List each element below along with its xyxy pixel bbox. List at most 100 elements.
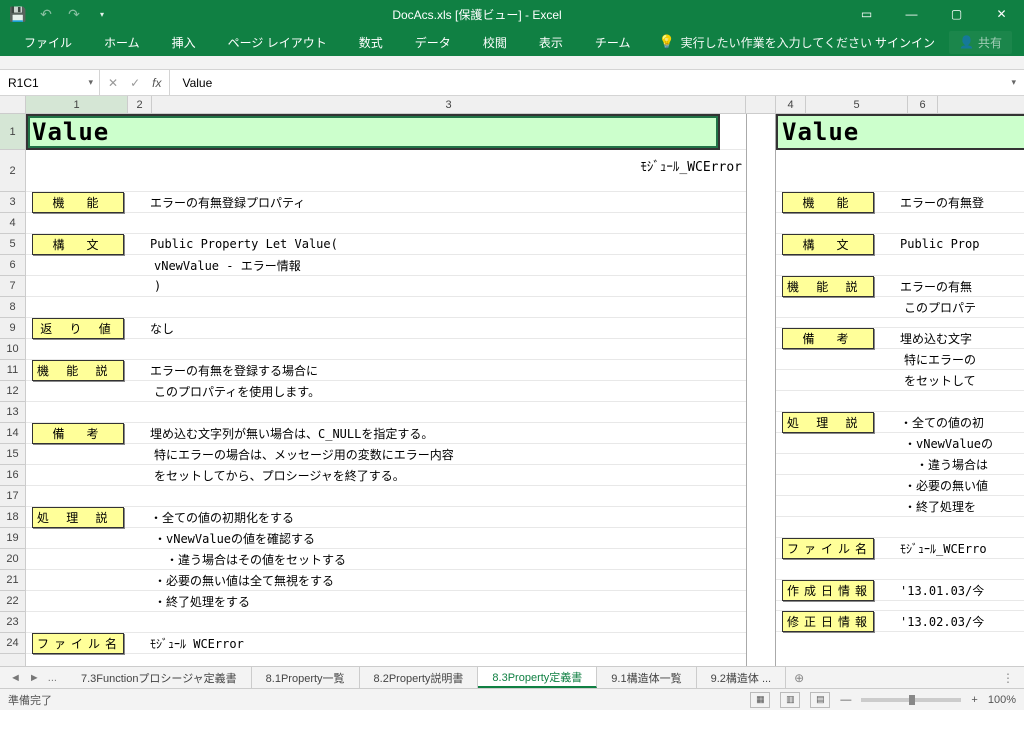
share-button[interactable]: 👤 共有 xyxy=(949,31,1012,54)
select-all-corner[interactable] xyxy=(0,96,26,113)
row-header[interactable]: 5 xyxy=(0,234,25,255)
page-layout-view-icon[interactable]: ▥ xyxy=(780,692,800,708)
maximize-button[interactable]: ▢ xyxy=(934,0,979,28)
field-value: '13.01.03/今 xyxy=(874,582,984,599)
split-divider[interactable] xyxy=(746,114,776,666)
sheet-tab[interactable]: 7.3Functionプロシージャ定義書 xyxy=(67,667,252,688)
column-header[interactable]: 6 xyxy=(908,96,938,113)
row-header[interactable]: 2 xyxy=(0,150,25,192)
column-header[interactable]: 1 xyxy=(26,96,128,113)
qat-customize-icon[interactable]: ▾ xyxy=(94,6,110,22)
row-header[interactable]: 22 xyxy=(0,591,25,612)
formula-expand-icon[interactable]: ▾ xyxy=(1003,70,1024,95)
add-sheet-button[interactable]: ⊕ xyxy=(786,667,812,688)
undo-icon[interactable]: ↶ xyxy=(38,6,54,22)
grid-row: 機 能エラーの有無登録プロパティ xyxy=(26,192,746,213)
sheet-tab[interactable]: 8.3Property定義書 xyxy=(478,667,597,688)
row-header[interactable]: 7 xyxy=(0,276,25,297)
sheet-scroll-handle[interactable]: ⋮ xyxy=(1002,667,1024,688)
row-header[interactable]: 10 xyxy=(0,339,25,360)
tab-team[interactable]: チーム xyxy=(579,28,647,56)
sign-in-link[interactable]: サインイン xyxy=(875,34,935,51)
field-value: Public Property Let Value( xyxy=(124,237,338,251)
grid-row xyxy=(26,486,746,507)
tab-page-layout[interactable]: ページ レイアウト xyxy=(212,28,343,56)
sheet-prev-icon[interactable]: ◄ xyxy=(10,672,21,684)
grid-row: vNewValue - エラー情報 xyxy=(26,255,746,276)
row-header[interactable]: 18 xyxy=(0,507,25,528)
enter-icon[interactable]: ✓ xyxy=(130,76,140,90)
tab-home[interactable]: ホーム xyxy=(88,28,156,56)
row-header[interactable]: 13 xyxy=(0,402,25,423)
save-icon[interactable]: 💾 xyxy=(10,6,26,22)
field-value: ・vNewValueの xyxy=(878,435,993,452)
tab-review[interactable]: 校閲 xyxy=(467,28,523,56)
field-value: vNewValue - エラー情報 xyxy=(128,257,301,274)
sheet-tab[interactable]: 8.1Property一覧 xyxy=(252,667,360,688)
grid-row: ・違う場合はその値をセットする xyxy=(26,549,746,570)
page-break-view-icon[interactable]: ▤ xyxy=(810,692,830,708)
normal-view-icon[interactable]: ▦ xyxy=(750,692,770,708)
row-header[interactable]: 9 xyxy=(0,318,25,339)
row-header[interactable]: 16 xyxy=(0,465,25,486)
tab-data[interactable]: データ xyxy=(399,28,467,56)
column-header[interactable]: 5 xyxy=(806,96,908,113)
row-header[interactable]: 3 xyxy=(0,192,25,213)
section-header[interactable]: Value xyxy=(776,114,1024,150)
name-box[interactable]: R1C1 ▾ xyxy=(0,70,100,95)
column-header[interactable]: 2 xyxy=(128,96,152,113)
grid-row: 機 能エラーの有無登 xyxy=(776,192,1024,213)
row-header[interactable]: 1 xyxy=(0,114,25,150)
row-header[interactable]: 21 xyxy=(0,570,25,591)
column-header[interactable]: 3 xyxy=(152,96,746,113)
ribbon-body-collapsed xyxy=(0,56,1024,70)
row-header[interactable]: 14 xyxy=(0,423,25,444)
ribbon-display-icon[interactable]: ▭ xyxy=(844,0,889,28)
fx-icon[interactable]: fx xyxy=(152,76,161,90)
grid-row: ・必要の無い値は全て無視をする xyxy=(26,570,746,591)
row-header[interactable]: 23 xyxy=(0,612,25,633)
grid-row: 機 能 説 明エラーの有無を登録する場合に xyxy=(26,360,746,381)
sheet-tab[interactable]: 9.1構造体一覧 xyxy=(597,667,696,688)
row-header[interactable]: 6 xyxy=(0,255,25,276)
field-value: ・違う場合はその値をセットする xyxy=(128,551,346,568)
chevron-down-icon[interactable]: ▾ xyxy=(88,77,99,88)
row-header[interactable]: 12 xyxy=(0,381,25,402)
grid-row: 備 考埋め込む文字 xyxy=(776,328,1024,349)
row-header[interactable]: 17 xyxy=(0,486,25,507)
zoom-slider[interactable] xyxy=(861,698,961,702)
redo-icon[interactable]: ↷ xyxy=(66,6,82,22)
row-header[interactable]: 24 xyxy=(0,633,25,654)
field-value: をセットしてから、プロシージャを終了する。 xyxy=(128,467,405,484)
grid-row: 構 文Public Prop xyxy=(776,234,1024,255)
cancel-icon[interactable]: ✕ xyxy=(108,76,118,90)
minimize-button[interactable]: — xyxy=(889,0,934,28)
row-header[interactable]: 19 xyxy=(0,528,25,549)
row-header[interactable]: 15 xyxy=(0,444,25,465)
tell-me[interactable]: 💡 実行したい作業を入力してください xyxy=(646,28,871,56)
tab-insert[interactable]: 挿入 xyxy=(156,28,212,56)
sheet-next-icon[interactable]: ► xyxy=(29,672,40,684)
cells-area[interactable]: Valueﾓｼﾞｭｰﾙ_WCError機 能エラーの有無登録プロパティ構 文Pu… xyxy=(26,114,1024,666)
column-header[interactable]: 4 xyxy=(776,96,806,113)
zoom-in-button[interactable]: + xyxy=(971,694,977,706)
sheet-nav: ◄ ► ... xyxy=(0,667,67,688)
formula-input[interactable]: Value xyxy=(170,70,1003,95)
sheet-more-icon[interactable]: ... xyxy=(48,672,57,684)
zoom-level[interactable]: 100% xyxy=(988,694,1016,706)
row-header[interactable]: 20 xyxy=(0,549,25,570)
row-header[interactable]: 8 xyxy=(0,297,25,318)
row-header[interactable]: 4 xyxy=(0,213,25,234)
close-button[interactable]: ✕ xyxy=(979,0,1024,28)
field-label: 処 理 説 明 xyxy=(782,412,874,433)
tab-formulas[interactable]: 数式 xyxy=(343,28,399,56)
tab-file[interactable]: ファイル xyxy=(8,28,88,56)
section-header[interactable]: Value xyxy=(26,114,720,150)
quick-access-toolbar: 💾 ↶ ↷ ▾ xyxy=(0,6,110,22)
row-header[interactable]: 11 xyxy=(0,360,25,381)
sheet-tab[interactable]: 8.2Property説明書 xyxy=(360,667,479,688)
sheet-tab[interactable]: 9.2構造体 ... xyxy=(697,667,787,688)
field-label: 返 り 値 xyxy=(32,318,124,339)
tab-view[interactable]: 表示 xyxy=(523,28,579,56)
zoom-out-button[interactable]: — xyxy=(840,694,851,706)
